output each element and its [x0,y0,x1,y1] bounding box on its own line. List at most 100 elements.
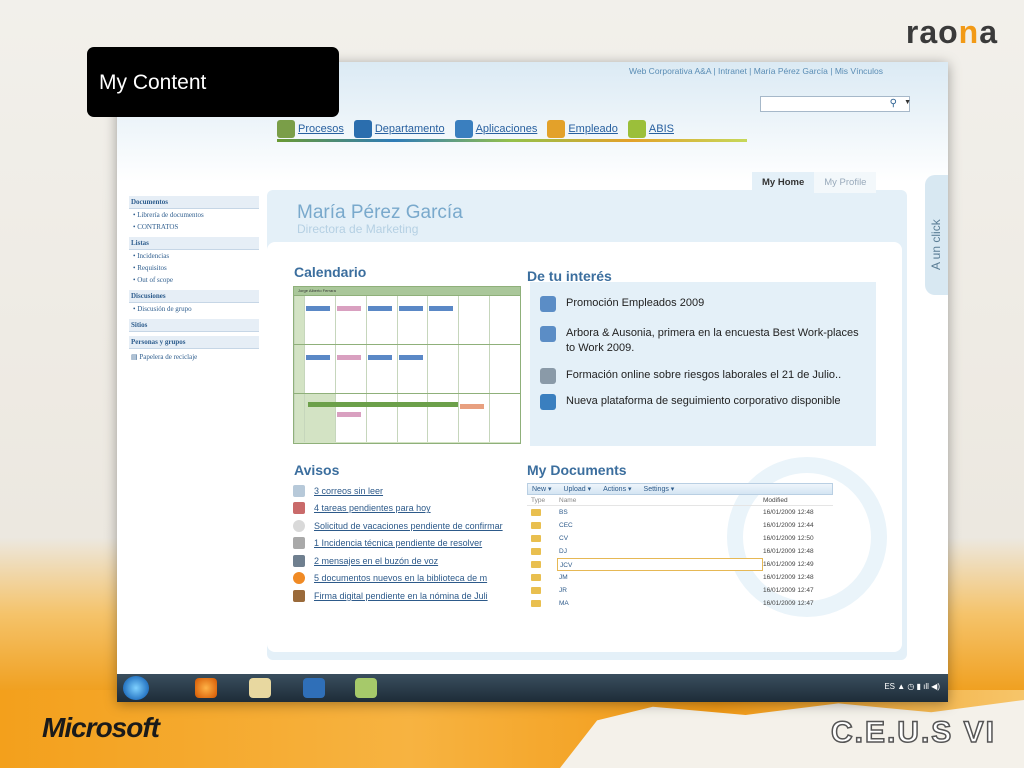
profile-role: Directora de Marketing [297,222,419,236]
calendar-event[interactable] [460,404,485,409]
nav-item-abis[interactable]: ABIS [627,120,674,140]
a-un-click-tab[interactable]: A un click [925,175,948,295]
folder-icon [531,587,541,594]
calendar-day[interactable] [365,345,397,393]
windows-taskbar: ES ▲ ◷ ▮ ıll ◀) [117,674,948,702]
quick-launch-heading[interactable]: Documentos [129,196,259,209]
nav-item-procesos[interactable]: Procesos [277,120,344,140]
folder-icon [531,600,541,607]
system-tray[interactable]: ES ▲ ◷ ▮ ıll ◀) [884,682,940,691]
calendar-event[interactable] [398,355,423,360]
tablet-icon [540,394,556,410]
calendar-title: Calendario [294,264,367,280]
interest-item[interactable]: Promoción Empleados 2009 [540,296,870,312]
interest-item[interactable]: Nueva plataforma de seguimiento corporat… [540,394,870,410]
aviso-item[interactable]: 2 mensajes en el buzón de voz [293,552,513,570]
tab-my-home[interactable]: My Home [752,172,815,193]
calendar-event[interactable] [398,306,423,311]
aviso-item[interactable]: Solicitud de vacaciones pendiente de con… [293,517,513,535]
calendar-widget[interactable]: Jorge Alberto Ferrara [293,286,521,444]
calendar-event[interactable] [336,412,361,417]
profile-tabs: My Home My Profile [752,172,877,193]
aviso-item[interactable]: 3 correos sin leer [293,482,513,500]
calendar-day[interactable] [396,345,428,393]
quick-launch-heading[interactable]: Personas y grupos [129,336,259,349]
calendar-week [294,295,521,344]
search-icon[interactable]: ⚲ [890,98,897,109]
firefox-icon[interactable] [195,678,217,698]
documents-header: Type Name Modified [527,495,833,506]
upload-menu[interactable]: Upload ▾ [563,484,591,494]
folder-icon [531,574,541,581]
calendar-event[interactable] [306,306,330,311]
search-input[interactable]: ⚲ ▼ [760,96,911,112]
calendar-week [294,344,521,393]
media-player-icon[interactable] [303,678,325,698]
quick-launch-item[interactable]: Incidencias [129,250,259,262]
calendar-day[interactable] [458,394,490,442]
calendar-event[interactable] [336,306,361,311]
application-icon [454,120,473,138]
aviso-item[interactable]: Firma digital pendiente en la nómina de … [293,587,513,605]
document-row[interactable]: JM 16/01/2009 12:48 [527,571,833,584]
calendar-day[interactable] [489,345,521,393]
document-row[interactable]: MA 16/01/2009 12:47 [527,597,833,610]
calendar-day[interactable] [304,345,335,393]
quick-launch-heading[interactable]: Listas [129,237,259,250]
interest-item[interactable]: Formación online sobre riesgos laborales… [540,368,870,384]
start-button[interactable] [123,676,149,700]
calendar-day[interactable] [458,296,490,344]
settings-menu[interactable]: Settings ▾ [644,484,675,494]
calendar-day[interactable] [334,296,366,344]
calendar-multiday-event[interactable] [308,402,458,407]
people-icon [540,326,556,342]
quick-launch-heading[interactable]: Sitios [129,319,259,332]
app-icon[interactable] [355,678,377,698]
new-menu[interactable]: New ▾ [532,484,551,494]
calendar-event[interactable] [336,355,361,360]
document-row[interactable]: JCV 16/01/2009 12:49 [527,558,833,571]
quick-launch-item[interactable]: CONTRATOS [129,221,259,233]
aviso-item[interactable]: 4 tareas pendientes para hoy [293,500,513,518]
document-row[interactable]: JR 16/01/2009 12:47 [527,584,833,597]
quick-launch-item[interactable]: Librería de documentos [129,209,259,221]
slide-title: My Content [87,47,339,117]
aviso-item[interactable]: 1 Incidencia técnica pendiente de resolv… [293,535,513,553]
calendar-day[interactable] [334,345,366,393]
calendar-day[interactable] [396,296,428,344]
document-row[interactable]: BS 16/01/2009 12:48 [527,506,833,519]
calendar-day[interactable] [304,296,335,344]
quick-launch-heading[interactable]: Discusiones [129,290,259,303]
nav-item-aplicaciones[interactable]: Aplicaciones [454,120,537,140]
nav-item-empleado[interactable]: Empleado [547,120,618,140]
aviso-item[interactable]: 5 documentos nuevos en la biblioteca de … [293,570,513,588]
nav-item-departamento[interactable]: Departamento [353,120,445,140]
tab-my-profile[interactable]: My Profile [814,172,877,193]
quick-launch-item[interactable]: Out of scope [129,274,259,286]
quick-launch-item[interactable]: Discusión de grupo [129,303,259,315]
calendar-event[interactable] [367,355,392,360]
quick-launch-item[interactable]: Requisitos [129,262,259,274]
calendar-day[interactable] [489,296,521,344]
chevron-down-icon[interactable]: ▼ [904,99,911,106]
people-icon [547,120,566,138]
calendar-day[interactable] [365,296,397,344]
folder-icon[interactable] [249,678,271,698]
top-links[interactable]: Web Corporativa A&A | Intranet | María P… [629,66,883,76]
document-row[interactable]: DJ 16/01/2009 12:48 [527,545,833,558]
calendar-event[interactable] [429,306,454,311]
recycle-bin-link[interactable]: ▤ Papelera de reciclaje [129,349,259,365]
calendar-day[interactable] [427,345,459,393]
document-row[interactable]: CEC 16/01/2009 12:44 [527,519,833,532]
calendar-day[interactable] [489,394,521,442]
folder-icon [531,522,541,529]
calendar-day[interactable] [427,296,459,344]
top-navigation: Procesos Departamento Aplicaciones Emple… [277,120,674,140]
my-documents-title: My Documents [527,462,627,478]
actions-menu[interactable]: Actions ▾ [603,484,631,494]
calendar-event[interactable] [306,355,330,360]
calendar-day[interactable] [458,345,490,393]
interest-item[interactable]: Arbora & Ausonia, primera en la encuesta… [540,326,870,356]
calendar-event[interactable] [367,306,392,311]
document-row[interactable]: CV 16/01/2009 12:50 [527,532,833,545]
